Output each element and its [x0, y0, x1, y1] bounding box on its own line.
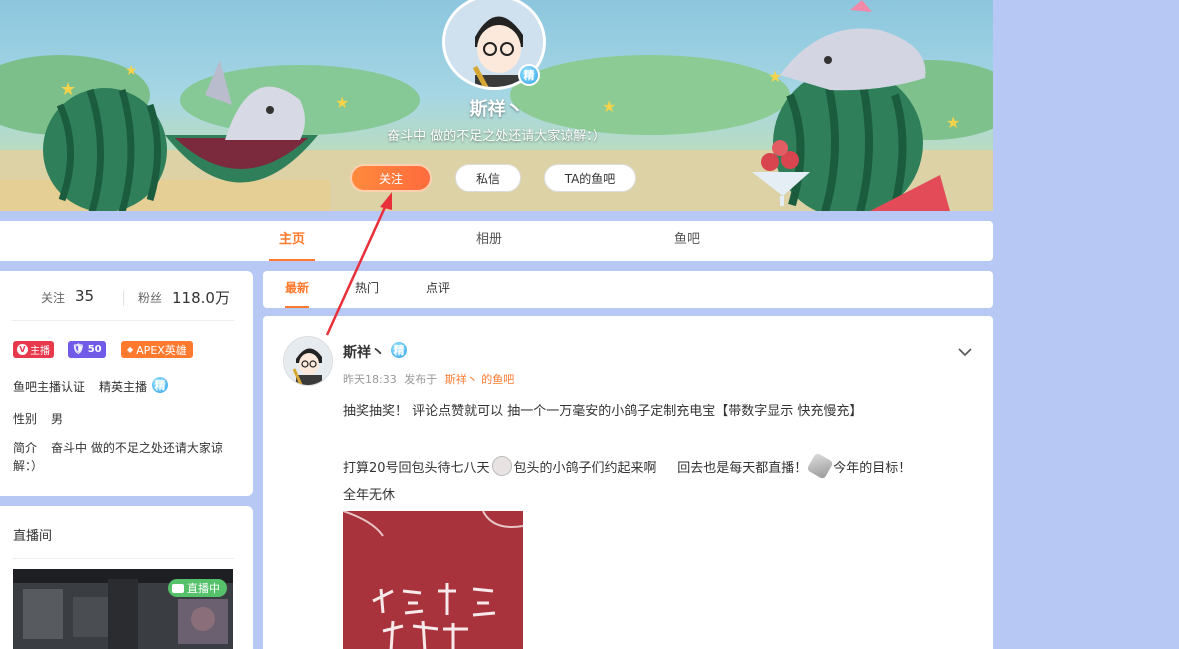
live-room-title: 直播间 [13, 529, 53, 544]
level-shield-icon: 🛡 [72, 344, 85, 355]
profile-motto: 奋斗中 做的不足之处还请大家谅解：） [387, 129, 606, 144]
profile-name: 斯祥丶 [469, 99, 524, 120]
game-tag-label: APEX英雄 [136, 343, 187, 357]
feed-tabs: 最新 热门 点评 [263, 271, 993, 308]
intro-row: 简介 奋斗中 做的不足之处还请大家谅解：） [13, 439, 235, 475]
emoji-icon [491, 456, 512, 476]
camera-icon [172, 583, 184, 593]
tab-review[interactable]: 点评 [426, 271, 450, 308]
following-count[interactable]: 35 [75, 287, 94, 305]
tab-home[interactable]: 主页 [269, 221, 315, 261]
elite-badge-icon: 精 [518, 64, 540, 86]
elite-badge-icon: 精 [389, 340, 409, 360]
gender-label: 性别 [13, 412, 38, 426]
post-author-name[interactable]: 斯祥丶 [343, 342, 385, 362]
post-text-segment: 今年的目标！ [833, 460, 912, 476]
post-card: 斯祥丶 精 昨天18:33 发布于 斯祥丶 的鱼吧 抽奖抽奖！ 评论点赞就可以 … [263, 316, 993, 649]
divider [12, 558, 234, 559]
post-text-segment: 打算20号回包头待七八天 [343, 460, 490, 476]
profile-banner: ★ ★ ★ ★ ★ ★ 精 斯祥丶 奋斗中 做的不足之处还请大家谅解：） 关注 … [0, 0, 993, 211]
cert-value: 精英主播 [99, 380, 148, 394]
post-text-segment: 包头的小鸽子们约起来啊 回去也是每天都直播！ [513, 460, 808, 476]
emoji-icon [806, 452, 834, 480]
post-meta: 昨天18:33 发布于 斯祥丶 的鱼吧 [343, 371, 514, 387]
tab-hot[interactable]: 热门 [355, 271, 379, 308]
fans-count[interactable]: 118.0万 [172, 287, 230, 308]
svg-text:★: ★ [768, 67, 782, 86]
stats-row: 关注 35 粉丝 118.0万 [0, 287, 253, 309]
fishbar-button[interactable]: TA的鱼吧 [544, 164, 636, 192]
live-status-badge: 直播中 [168, 579, 227, 597]
level-value: 50 [87, 344, 102, 355]
post-author-avatar[interactable] [283, 336, 333, 386]
game-tag[interactable]: ◆ APEX英雄 [121, 341, 193, 358]
intro-value: 奋斗中 做的不足之处还请大家谅解：） [13, 441, 223, 473]
anchor-tag: V 主播 [13, 341, 54, 358]
post-time: 昨天18:33 [343, 373, 397, 386]
post-image[interactable] [343, 511, 523, 649]
tab-fishbar[interactable]: 鱼吧 [664, 221, 710, 261]
cert-label: 鱼吧主播认证 [13, 380, 86, 394]
message-button[interactable]: 私信 [455, 164, 521, 192]
live-thumbnail[interactable]: 直播中 [13, 569, 233, 649]
level-tag: 🛡 50 [68, 341, 106, 358]
chevron-down-icon[interactable] [957, 344, 973, 360]
gender-value: 男 [51, 412, 64, 426]
svg-text:★: ★ [125, 63, 138, 79]
post-text-line: 全年无休 [343, 488, 396, 503]
diamond-icon: ◆ [127, 345, 134, 354]
intro-label: 简介 [13, 441, 38, 455]
post-text-line: 打算20号回包头待七八天 包头的小鸽子们约起来啊 回去也是每天都直播！ 今年的目… [343, 452, 912, 480]
anchor-tag-label: 主播 [30, 346, 50, 357]
live-status-label: 直播中 [187, 582, 220, 595]
fans-label: 粉丝 [138, 291, 163, 305]
tab-album[interactable]: 相册 [466, 221, 512, 261]
anchor-v-icon: V [17, 344, 28, 355]
cert-row: 鱼吧主播认证 精英主播 [13, 378, 147, 395]
elite-badge-icon: 精 [150, 375, 170, 395]
gender-row: 性别男 [13, 410, 63, 427]
divider [12, 320, 234, 321]
tab-latest[interactable]: 最新 [285, 271, 310, 308]
stats-divider [123, 290, 124, 306]
main-tabs: 主页 相册 鱼吧 [0, 221, 993, 261]
post-posted-in: 发布于 [404, 373, 438, 386]
post-bar-link[interactable]: 斯祥丶 的鱼吧 [445, 373, 515, 386]
follow-button[interactable]: 关注 [350, 164, 432, 192]
post-text-line: 抽奖抽奖！ 评论点赞就可以 抽一个一万毫安的小鸽子定制充电宝【带数字显示 快充慢… [343, 404, 863, 419]
post-image-art [343, 511, 523, 649]
following-label: 关注 [41, 291, 66, 305]
